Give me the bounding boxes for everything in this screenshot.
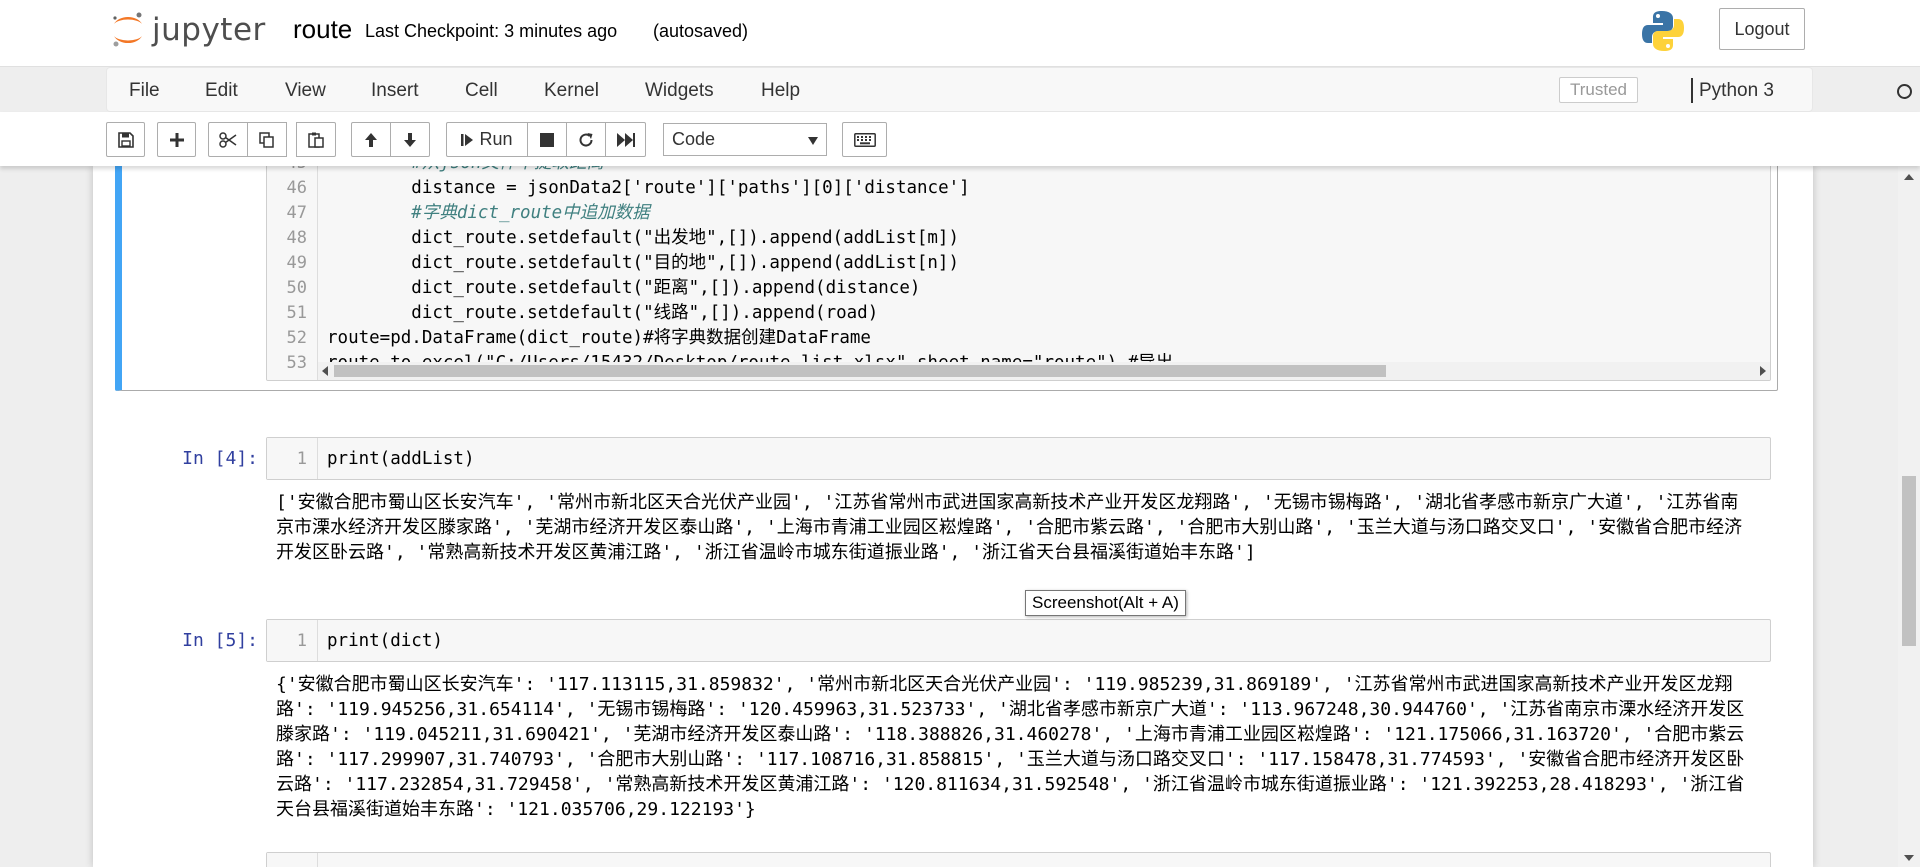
code-cell-input[interactable]: 1 print(dict) <box>266 619 1771 662</box>
code-line: dict_route.setdefault("距离",[]).append(di… <box>327 278 921 298</box>
input-prompt: In [5]: <box>182 630 258 651</box>
interrupt-kernel-button[interactable] <box>527 122 567 157</box>
cut-button[interactable] <box>208 122 248 157</box>
line-number: 50 <box>286 278 307 298</box>
paste-icon <box>308 132 324 148</box>
line-number: 51 <box>286 303 307 323</box>
kernel-idle-indicator-icon <box>1897 84 1912 99</box>
menu-widgets[interactable]: Widgets <box>645 80 714 102</box>
horizontal-scrollbar-thumb[interactable] <box>334 365 1386 377</box>
restart-kernel-button[interactable] <box>566 122 606 157</box>
restart-run-all-button[interactable] <box>605 122 646 157</box>
autosave-status: (autosaved) <box>653 21 749 41</box>
line-number: 46 <box>286 178 307 198</box>
input-prompt: In [4]: <box>182 448 258 469</box>
menubar: File Edit View Insert Cell Kernel Widget… <box>106 67 1912 112</box>
line-number: 1 <box>296 449 307 469</box>
code-editor[interactable]: 45 #从json文件中提取距离 46 distance = jsonData2… <box>266 166 1771 381</box>
line-number: 52 <box>286 328 307 348</box>
save-button[interactable] <box>106 122 145 157</box>
run-label: Run <box>479 129 513 149</box>
notebook-area[interactable]: 45 #从json文件中提取距离 46 distance = jsonData2… <box>0 166 1898 867</box>
scroll-left-icon[interactable] <box>322 366 328 376</box>
paste-button[interactable] <box>296 122 336 157</box>
run-button[interactable]: Run <box>446 122 528 157</box>
move-up-button[interactable] <box>351 122 391 157</box>
code-line: dict_route.setdefault("出发地",[]).append(a… <box>327 228 959 248</box>
code-line: print(dict) <box>327 631 443 651</box>
scroll-down-icon[interactable] <box>1904 855 1914 861</box>
cell-type-select[interactable]: Code <box>663 123 827 156</box>
line-number: 53 <box>286 353 307 373</box>
logout-button[interactable]: Logout <box>1719 8 1805 50</box>
plus-icon <box>169 132 184 147</box>
code-line: dict_route.setdefault("目的地",[]).append(a… <box>327 253 959 273</box>
cell-output: {'安徽合肥市蜀山区长安汽车': '117.113115,31.859832',… <box>276 674 1745 820</box>
python-logo-icon <box>1642 11 1684 51</box>
move-down-button[interactable] <box>390 122 430 157</box>
page-scrollbar-thumb[interactable] <box>1902 476 1916 646</box>
jupyter-logo-text: jupyter <box>152 12 266 48</box>
jupyter-logo[interactable]: jupyter <box>110 8 266 52</box>
trusted-indicator[interactable]: Trusted <box>1559 77 1639 103</box>
line-number-gutter <box>267 853 318 867</box>
menu-cell[interactable]: Cell <box>465 80 498 102</box>
horizontal-scrollbar[interactable] <box>318 362 1770 380</box>
scroll-up-icon[interactable] <box>1904 174 1914 180</box>
insert-cell-button[interactable] <box>157 122 196 157</box>
notebook-name[interactable]: route <box>293 14 352 45</box>
kernel-name[interactable]: Python 3 <box>1699 80 1774 102</box>
line-number: 1 <box>296 631 307 651</box>
arrow-down-icon <box>404 132 416 147</box>
code-line: #字典dict_route中追加数据 <box>327 203 650 223</box>
line-number: 49 <box>286 253 307 273</box>
jupyter-logo-icon <box>113 12 142 47</box>
step-forward-icon <box>461 133 474 146</box>
cell-output: ['安徽合肥市蜀山区长安汽车', '常州市新北区天合光伏产业园', '江苏省常州… <box>276 492 1743 563</box>
command-palette-button[interactable] <box>842 122 887 157</box>
header: jupyter route Last Checkpoint: 3 minutes… <box>0 0 1920 67</box>
save-icon <box>117 131 134 148</box>
checkpoint-status: Last Checkpoint: 3 minutes ago <box>365 21 618 41</box>
code-line: #从json文件中提取距离 <box>327 166 604 175</box>
refresh-icon <box>579 132 593 147</box>
code-line: dict_route.setdefault("线路",[]).append(ro… <box>327 303 879 323</box>
copy-icon <box>259 131 274 148</box>
code-line: print(addList) <box>327 449 475 469</box>
screenshot-tooltip: Screenshot(Alt + A) <box>1025 590 1186 616</box>
code-cell-input[interactable] <box>266 852 1771 867</box>
code-line: route=pd.DataFrame(dict_route)#将字典数据创建Da… <box>327 328 871 348</box>
page-vertical-scrollbar[interactable] <box>1898 166 1920 867</box>
toolbar: Run Code <box>0 112 1920 166</box>
menu-file[interactable]: File <box>129 80 160 102</box>
kernel-separator <box>1691 78 1693 103</box>
menu-kernel[interactable]: Kernel <box>544 80 599 102</box>
stop-icon <box>540 132 554 147</box>
scroll-right-icon[interactable] <box>1760 366 1766 376</box>
cell-type-value: Code <box>672 129 716 149</box>
line-number: 48 <box>286 228 307 248</box>
chevron-down-icon <box>808 137 818 145</box>
fast-forward-icon <box>616 132 635 147</box>
code-cell-input[interactable]: 1 print(addList) <box>266 437 1771 480</box>
menu-insert[interactable]: Insert <box>371 80 419 102</box>
copy-button[interactable] <box>247 122 287 157</box>
keyboard-icon <box>853 132 876 147</box>
scissors-icon <box>219 131 237 148</box>
code-line: distance = jsonData2['route']['paths'][0… <box>327 178 970 198</box>
line-number: 47 <box>286 203 307 223</box>
arrow-up-icon <box>365 132 377 147</box>
menu-help[interactable]: Help <box>761 80 800 102</box>
line-number: 45 <box>267 166 307 175</box>
menu-view[interactable]: View <box>285 80 326 102</box>
menu-edit[interactable]: Edit <box>205 80 238 102</box>
